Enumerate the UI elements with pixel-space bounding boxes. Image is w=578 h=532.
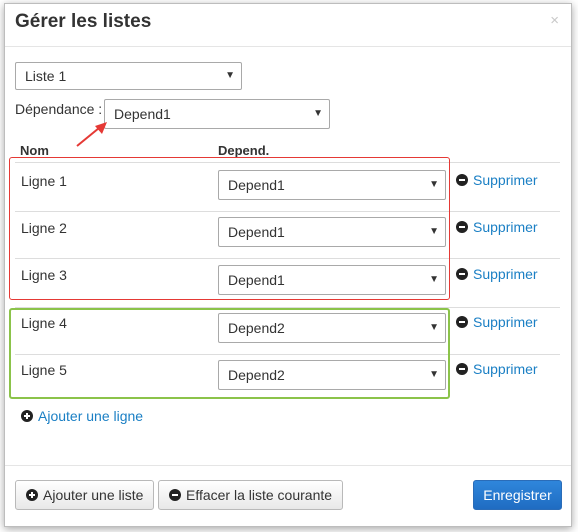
list-select[interactable]: Liste 1 ▼ xyxy=(15,62,242,90)
annotation-arrow-icon xyxy=(76,122,107,147)
plus-circle-icon xyxy=(26,489,38,501)
delete-row-label: Supprimer xyxy=(473,172,538,188)
save-button[interactable]: Enregistrer xyxy=(473,480,562,510)
annotation-group-depend2 xyxy=(9,308,450,399)
minus-circle-icon xyxy=(456,316,468,328)
add-row-link[interactable]: Ajouter une ligne xyxy=(21,408,143,424)
clear-list-label: Effacer la liste courante xyxy=(186,487,333,503)
list-select-value: Liste 1 xyxy=(25,68,67,84)
dialog-header: Gérer les listes × xyxy=(5,4,571,47)
delete-row-label: Supprimer xyxy=(473,314,538,330)
delete-row-link[interactable]: Supprimer xyxy=(456,266,538,282)
dependance-label: Dépendance : xyxy=(15,101,103,117)
manage-lists-dialog: Gérer les listes × Liste 1 ▼ Dépendance … xyxy=(4,3,572,527)
delete-row-label: Supprimer xyxy=(473,361,538,377)
dialog-title: Gérer les listes xyxy=(15,11,152,32)
delete-row-link[interactable]: Supprimer xyxy=(456,361,538,377)
minus-circle-icon xyxy=(456,174,468,186)
dialog-footer-divider xyxy=(5,465,571,467)
caret-down-icon: ▼ xyxy=(225,70,235,81)
column-header-name: Nom xyxy=(20,143,49,158)
add-list-label: Ajouter une liste xyxy=(43,487,144,503)
delete-row-label: Supprimer xyxy=(473,266,538,282)
save-label: Enregistrer xyxy=(483,487,552,503)
column-header-depend: Depend. xyxy=(218,143,270,158)
dependance-select[interactable]: Depend1 ▼ xyxy=(104,99,330,129)
plus-circle-icon xyxy=(21,410,33,422)
caret-down-icon: ▼ xyxy=(313,108,323,119)
minus-circle-icon xyxy=(456,268,468,280)
minus-circle-icon xyxy=(169,489,181,501)
close-icon[interactable]: × xyxy=(550,12,559,29)
add-list-button[interactable]: Ajouter une liste xyxy=(15,480,155,510)
minus-circle-icon xyxy=(456,221,468,233)
delete-row-link[interactable]: Supprimer xyxy=(456,219,538,235)
delete-row-link[interactable]: Supprimer xyxy=(456,172,538,188)
dependance-select-value: Depend1 xyxy=(114,106,171,122)
delete-row-label: Supprimer xyxy=(473,219,538,235)
clear-list-button[interactable]: Effacer la liste courante xyxy=(158,480,344,510)
add-row-label: Ajouter une ligne xyxy=(38,408,144,424)
annotation-group-depend1 xyxy=(9,157,450,300)
delete-row-link[interactable]: Supprimer xyxy=(456,314,538,330)
minus-circle-icon xyxy=(456,363,468,375)
